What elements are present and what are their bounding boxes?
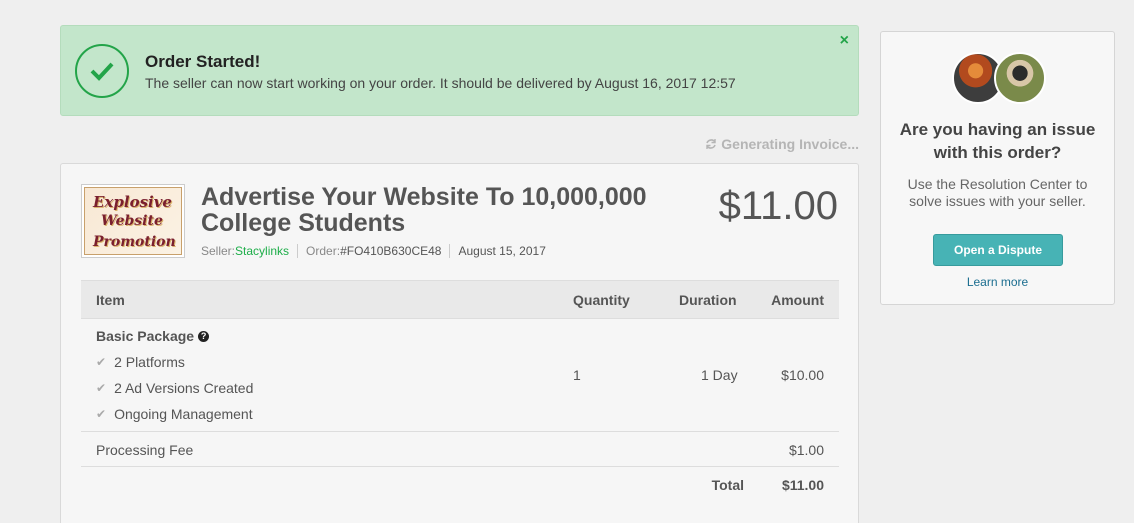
divider bbox=[297, 244, 299, 258]
package-name-wrap: Basic Package ? bbox=[96, 328, 210, 344]
package-amount: $10.00 bbox=[781, 367, 824, 383]
avatar bbox=[994, 52, 1046, 104]
checkmark-icon: ✔ bbox=[96, 407, 107, 421]
order-id: #FO410B630CE48 bbox=[340, 244, 442, 258]
thumbnail-word: Promotion bbox=[93, 234, 176, 250]
table-row: Basic Package ? ✔ 2 Platforms ✔ 2 Ad Ver… bbox=[81, 319, 839, 432]
issue-question-line: Are you having an issue bbox=[899, 120, 1096, 139]
total-row: Total $11.00 bbox=[81, 467, 839, 502]
issue-question: Are you having an issue with this order? bbox=[881, 118, 1114, 164]
order-started-alert: Order Started! The seller can now start … bbox=[60, 25, 859, 116]
package-duration: 1 Day bbox=[701, 367, 738, 383]
divider bbox=[449, 244, 451, 258]
close-icon[interactable]: × bbox=[840, 32, 849, 50]
table-header: Item Quantity Duration Amount bbox=[81, 280, 839, 319]
gig-thumbnail[interactable]: Explosive Website Promotion bbox=[81, 184, 185, 258]
table-row: Processing Fee $1.00 bbox=[81, 432, 839, 467]
invoice-status: Generating Invoice... bbox=[705, 136, 859, 152]
resolution-description: Use the Resolution Center to solve issue… bbox=[881, 176, 1114, 210]
header-duration: Duration bbox=[679, 292, 737, 308]
header-quantity: Quantity bbox=[573, 292, 630, 308]
feature-item: ✔ Ongoing Management bbox=[96, 406, 253, 422]
thumbnail-word: Website bbox=[101, 213, 163, 229]
total-amount: $11.00 bbox=[781, 477, 824, 493]
header-amount: Amount bbox=[771, 292, 824, 308]
check-circle-icon bbox=[75, 44, 129, 98]
resolution-panel: Are you having an issue with this order?… bbox=[880, 31, 1115, 305]
question-icon[interactable]: ? bbox=[198, 330, 210, 342]
package-name: Basic Package bbox=[96, 328, 195, 344]
fee-label: Processing Fee bbox=[96, 442, 194, 458]
seller-link[interactable]: Stacylinks bbox=[235, 244, 289, 258]
feature-text: 2 Ad Versions Created bbox=[114, 380, 254, 396]
resolution-description-line: Use the Resolution Center to bbox=[907, 176, 1088, 192]
order-card: Explosive Website Promotion Advertise Yo… bbox=[60, 163, 859, 523]
package-quantity: 1 bbox=[573, 367, 581, 383]
seller-label: Seller: bbox=[201, 244, 236, 258]
order-date: August 15, 2017 bbox=[458, 244, 546, 258]
thumbnail-image: Explosive Website Promotion bbox=[84, 187, 182, 255]
refresh-icon bbox=[706, 139, 717, 149]
checkmark-icon: ✔ bbox=[96, 381, 107, 395]
resolution-description-line: solve issues with your seller. bbox=[909, 193, 1086, 209]
issue-question-line: with this order? bbox=[933, 143, 1062, 162]
order-title[interactable]: Advertise Your Website To 10,000,000 Col… bbox=[201, 184, 671, 236]
alert-message: The seller can now start working on your… bbox=[145, 75, 736, 91]
open-dispute-button[interactable]: Open a Dispute bbox=[933, 234, 1063, 266]
feature-item: ✔ 2 Ad Versions Created bbox=[96, 380, 253, 396]
feature-item: ✔ 2 Platforms bbox=[96, 354, 185, 370]
order-meta: Seller: Stacylinks Order: #FO410B630CE48… bbox=[201, 244, 546, 258]
checkmark-icon: ✔ bbox=[96, 355, 107, 369]
fee-amount: $1.00 bbox=[788, 442, 824, 458]
feature-text: 2 Platforms bbox=[114, 354, 185, 370]
header-item: Item bbox=[96, 292, 125, 308]
alert-title: Order Started! bbox=[145, 52, 261, 71]
thumbnail-word: Explosive bbox=[93, 193, 172, 211]
feature-text: Ongoing Management bbox=[114, 406, 253, 422]
support-avatars bbox=[952, 52, 1047, 106]
order-label: Order: bbox=[306, 244, 341, 258]
order-price: $11.00 bbox=[718, 184, 838, 228]
learn-more-link[interactable]: Learn more bbox=[881, 275, 1114, 289]
total-label: Total bbox=[711, 477, 744, 493]
order-items-table: Item Quantity Duration Amount Basic Pack… bbox=[81, 280, 839, 502]
invoice-status-text: Generating Invoice... bbox=[721, 136, 859, 152]
